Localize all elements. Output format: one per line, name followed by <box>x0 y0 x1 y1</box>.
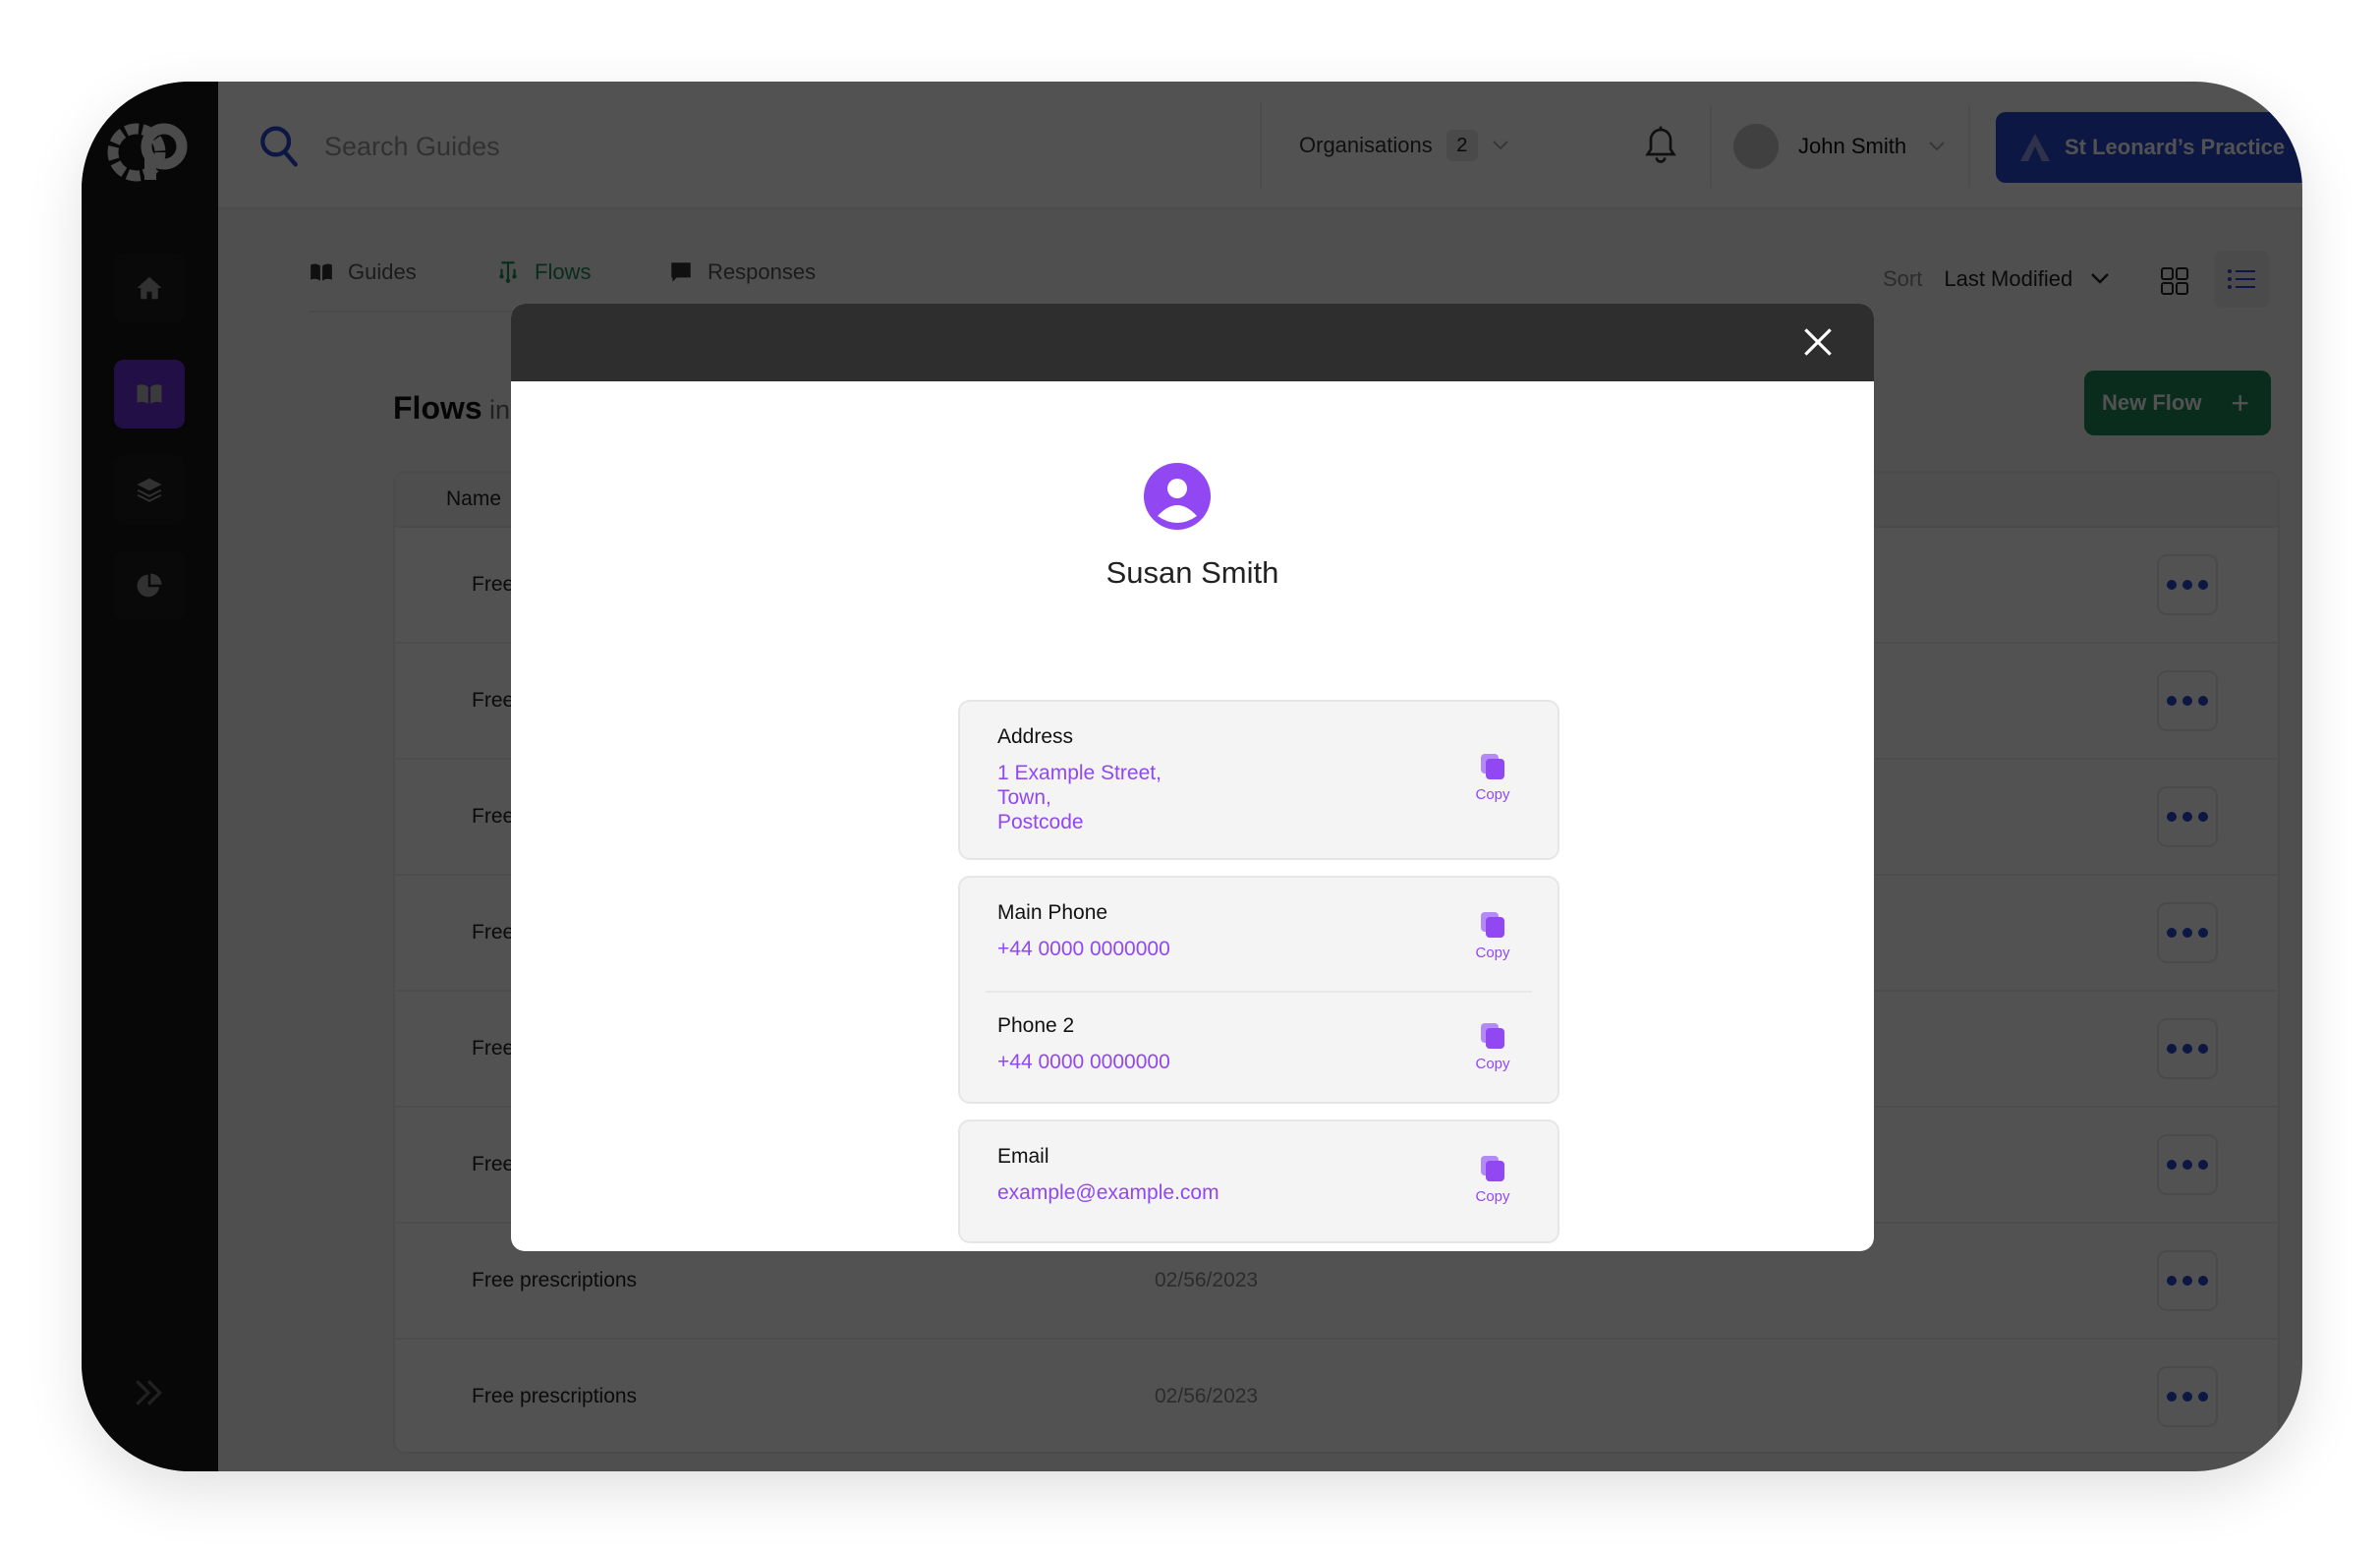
email-card: Email example@example.com Copy <box>958 1119 1559 1243</box>
app-window: Organisations 2 John Smith St Leonard’s … <box>82 82 2302 1471</box>
copy-label: Copy <box>1475 1056 1510 1072</box>
field-label: Address <box>997 725 1074 748</box>
modal-header <box>511 304 1874 381</box>
copy-phone2-button[interactable]: Copy <box>1463 1022 1522 1072</box>
phone2-field: Phone 2 +44 0000 0000000 Copy <box>960 993 1558 1104</box>
address-field: Address 1 Example Street, Town, Postcode… <box>960 702 1558 834</box>
main-phone-field: Main Phone +44 0000 0000000 Copy <box>960 878 1558 991</box>
contact-name: Susan Smith <box>1105 555 1279 590</box>
copy-icon <box>1481 1023 1504 1049</box>
copy-address-button[interactable]: Copy <box>1463 753 1522 803</box>
profile-avatar-icon <box>1144 463 1211 530</box>
email-field: Email example@example.com Copy <box>960 1121 1558 1205</box>
address-card: Address 1 Example Street, Town, Postcode… <box>958 700 1559 860</box>
close-icon <box>1804 328 1832 356</box>
copy-main-phone-button[interactable]: Copy <box>1463 911 1522 961</box>
phone-card: Main Phone +44 0000 0000000 Copy Phone 2… <box>958 876 1559 1104</box>
contact-modal: Susan Smith Address 1 Example Street, To… <box>511 304 1874 1251</box>
close-button[interactable] <box>1799 323 1837 361</box>
copy-icon <box>1481 1156 1504 1181</box>
copy-icon <box>1481 912 1504 938</box>
copy-icon <box>1481 754 1504 779</box>
copy-label: Copy <box>1475 945 1510 961</box>
copy-label: Copy <box>1475 1188 1510 1205</box>
copy-label: Copy <box>1475 786 1510 803</box>
copy-email-button[interactable]: Copy <box>1463 1155 1522 1205</box>
